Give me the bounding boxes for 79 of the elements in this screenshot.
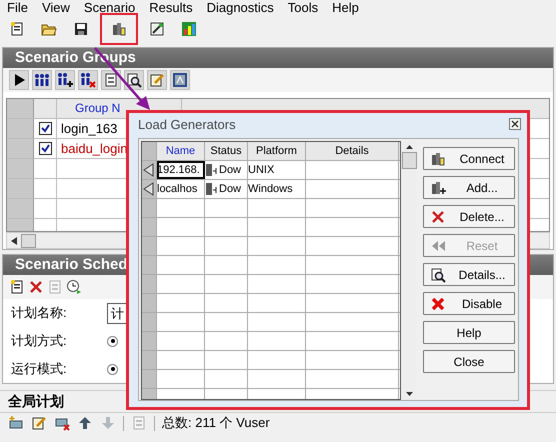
panel-title: Scenario Groups [3, 48, 553, 68]
scroll-up-icon[interactable] [406, 145, 412, 149]
add-group-icon[interactable] [8, 415, 24, 431]
scroll-left-icon[interactable] [11, 236, 17, 244]
radio-button[interactable] [107, 336, 118, 346]
row-header[interactable] [142, 180, 157, 198]
chart-icon[interactable] [181, 21, 197, 37]
checkbox[interactable] [38, 122, 52, 135]
field-label: 计划名称: [11, 304, 68, 322]
magnifier-icon [430, 266, 446, 282]
table-cell-text: Dow [219, 163, 242, 178]
dialog-button[interactable]: Add... [423, 176, 515, 199]
dialog-button[interactable]: Disable [423, 292, 515, 315]
toolbar-button[interactable] [32, 70, 52, 90]
users-icon [34, 72, 50, 88]
menu-item[interactable]: File [0, 0, 35, 15]
checkbox[interactable] [38, 142, 52, 155]
pointer-icon [142, 163, 154, 177]
toolbar-button[interactable] [78, 70, 98, 90]
row-header [7, 99, 34, 118]
column-header[interactable]: Platform [248, 142, 306, 160]
dialog-button[interactable]: Close [423, 350, 515, 373]
edit-icon[interactable] [31, 415, 47, 431]
table-cell: Windows [248, 180, 306, 198]
table-cell: UNIX [248, 161, 306, 179]
magnifier-icon [126, 72, 142, 88]
close-icon[interactable] [28, 279, 44, 295]
server-icon [205, 163, 219, 177]
field-label: 计划方式: [11, 332, 68, 350]
script-icon [172, 72, 188, 88]
table-cell[interactable]: localhos [157, 180, 205, 198]
menu-item[interactable]: Results [142, 0, 200, 15]
remove-user-icon [80, 72, 96, 88]
menu-item[interactable]: Help [325, 0, 366, 15]
row-header [7, 159, 34, 178]
row-header[interactable] [142, 161, 157, 179]
toolbar-button[interactable] [9, 70, 29, 90]
menu-item[interactable]: Scenario [76, 0, 142, 15]
close-icon [430, 208, 446, 224]
dialog-button[interactable]: Delete... [423, 205, 515, 228]
document-icon[interactable] [9, 279, 25, 295]
radio-button[interactable] [107, 364, 118, 374]
clock-icon[interactable] [66, 279, 82, 295]
toolbar-button[interactable] [170, 70, 190, 90]
up-arrow-icon[interactable] [77, 415, 93, 431]
scroll-thumb[interactable] [402, 152, 416, 169]
menu-item[interactable]: Diagnostics [200, 0, 281, 15]
column-header[interactable]: Name [157, 142, 205, 160]
row-header [7, 179, 34, 198]
table-cell[interactable]: 192.168. [157, 161, 205, 179]
menu-item[interactable]: View [34, 0, 77, 15]
add-user-icon [57, 72, 73, 88]
edit-icon [149, 72, 165, 88]
dialog-button[interactable]: Help [423, 321, 515, 344]
scroll-down-icon[interactable] [406, 392, 412, 396]
dialog-button[interactable]: Details... [423, 263, 515, 286]
sheet-icon [103, 72, 119, 88]
document-icon[interactable] [9, 21, 25, 37]
toolbar-button[interactable] [55, 70, 75, 90]
table-cell-text: Dow [219, 182, 242, 197]
dialog-button[interactable]: Connect [423, 147, 515, 170]
toolbar-button[interactable] [147, 70, 167, 90]
scroll-thumb[interactable] [21, 234, 36, 248]
column-header[interactable]: Status [205, 142, 248, 160]
toolbar-button[interactable] [101, 70, 121, 90]
toolbar-button[interactable] [124, 70, 144, 90]
vuser-total: 总数: 211 个 Vuser [162, 414, 270, 432]
add-server-icon [430, 180, 446, 196]
close-icon[interactable] [509, 118, 521, 130]
wand-icon[interactable] [149, 21, 165, 37]
server-icon [205, 182, 219, 196]
pointer-icon [142, 182, 154, 196]
menu-item[interactable]: Tools [280, 0, 326, 15]
floppy-icon[interactable] [73, 21, 89, 37]
close-icon [430, 296, 446, 312]
field-label: 运行模式: [11, 360, 68, 378]
server-icon[interactable] [111, 21, 127, 37]
column-header[interactable]: Details [306, 142, 399, 160]
server-icon [430, 150, 446, 166]
